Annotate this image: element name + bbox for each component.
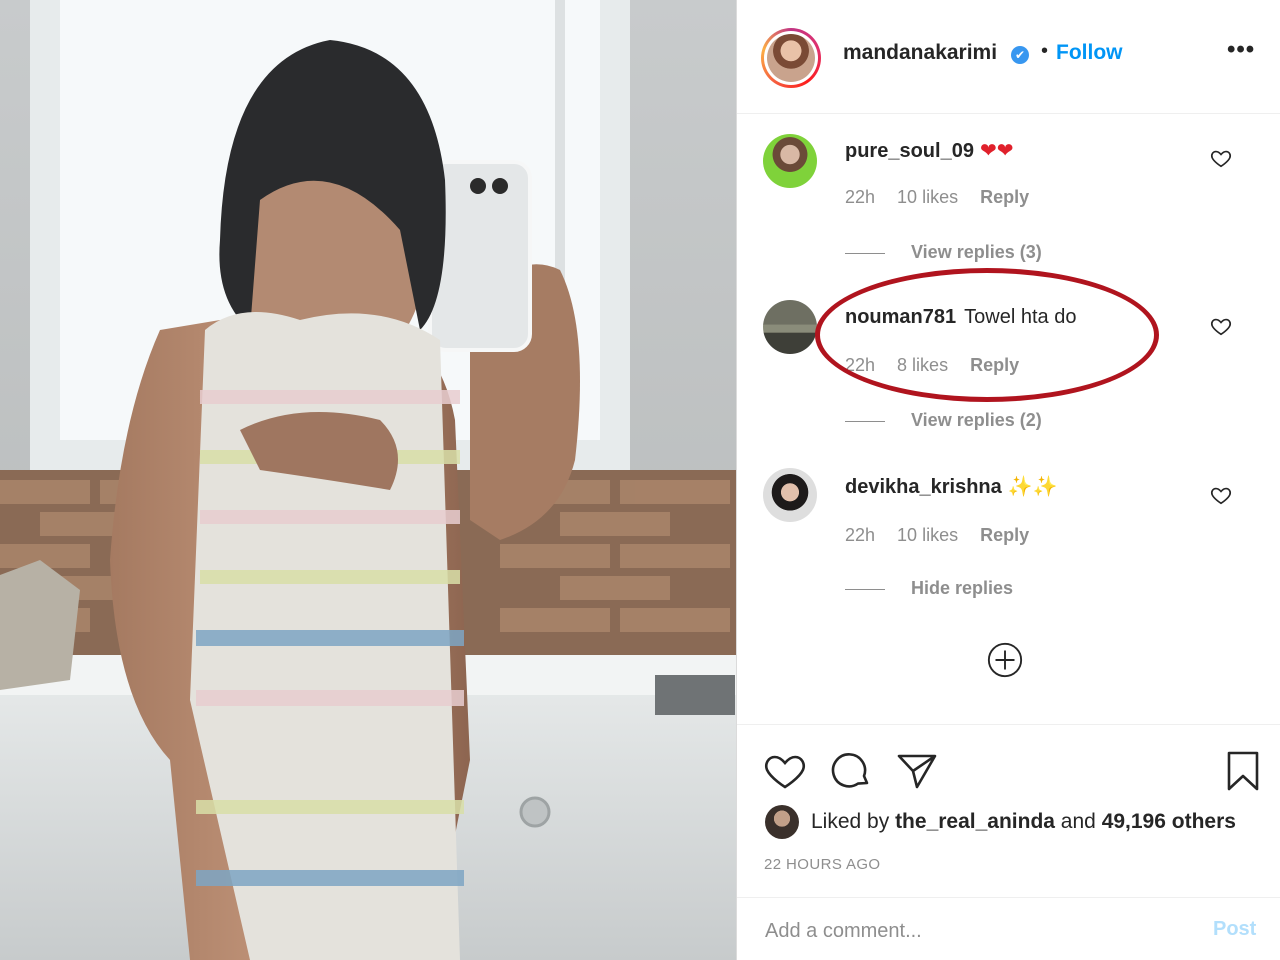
heart-emoji: ❤❤	[979, 140, 1014, 162]
comment-body: pure_soul_09 ❤❤	[845, 138, 1013, 163]
post-timestamp[interactable]: 22 HOURS AGO	[764, 856, 881, 873]
more-options-icon[interactable]: •••	[1227, 36, 1255, 64]
comment-meta: 22h 8 likes Reply	[845, 355, 1041, 376]
reply-button[interactable]: Reply	[980, 525, 1029, 545]
likes-others-link[interactable]: 49,196 others	[1102, 810, 1236, 833]
reply-button[interactable]: Reply	[980, 187, 1029, 207]
comment-likes[interactable]: 10 likes	[897, 525, 958, 545]
comment-meta: 22h 10 likes Reply	[845, 525, 1051, 546]
post-comment-button[interactable]: Post	[1213, 918, 1256, 941]
post-image	[0, 0, 736, 960]
comment-username[interactable]: devikha_krishna	[845, 476, 1002, 498]
view-replies-label: View replies (2)	[911, 410, 1042, 430]
likes-prefix: Liked by	[811, 810, 896, 833]
verified-badge-icon: ✔	[1011, 46, 1029, 64]
liker-username[interactable]: the_real_aninda	[895, 810, 1055, 833]
comment-time[interactable]: 22h	[845, 355, 875, 375]
author-username[interactable]: mandanakarimi	[843, 41, 997, 65]
header-separator: •	[1041, 40, 1049, 62]
post-sidebar: mandanakarimi ✔ • Follow ••• pure_soul_0…	[736, 0, 1280, 960]
hide-replies-button[interactable]: Hide replies	[845, 578, 1013, 599]
post-photo[interactable]	[0, 0, 736, 960]
like-comment-heart-icon[interactable]	[1210, 315, 1232, 337]
comment-time[interactable]: 22h	[845, 525, 875, 545]
highlight-annotation-oval	[815, 268, 1159, 402]
post-header: mandanakarimi ✔ • Follow •••	[737, 0, 1280, 114]
view-replies-button[interactable]: View replies (2)	[845, 410, 1042, 431]
bookmark-icon[interactable]	[1221, 749, 1265, 793]
load-more-comments-plus-icon[interactable]	[986, 641, 1024, 679]
reply-button[interactable]: Reply	[970, 355, 1019, 375]
comment-body: devikha_krishna ✨✨	[845, 474, 1058, 499]
replies-line	[845, 252, 885, 254]
hide-replies-label: Hide replies	[911, 578, 1014, 598]
comment-username[interactable]: nouman781	[845, 306, 956, 328]
post-actions: Liked by the_real_aninda and 49,196 othe…	[737, 724, 1280, 960]
replies-line	[845, 420, 885, 422]
likes-summary: Liked by the_real_aninda and 49,196 othe…	[765, 805, 1275, 841]
likes-text: Liked by the_real_aninda and 49,196 othe…	[811, 810, 1236, 834]
share-icon[interactable]	[895, 749, 939, 793]
replies-line	[845, 588, 885, 590]
view-replies-button[interactable]: View replies (3)	[845, 242, 1042, 263]
comment-meta: 22h 10 likes Reply	[845, 187, 1051, 208]
liker-avatar[interactable]	[765, 805, 799, 839]
comment-username[interactable]: pure_soul_09	[845, 140, 974, 162]
heart-icon[interactable]	[763, 749, 807, 793]
add-comment-input[interactable]	[763, 914, 1187, 948]
commenter-avatar[interactable]	[763, 300, 817, 354]
comment-likes[interactable]: 10 likes	[897, 187, 958, 207]
like-comment-heart-icon[interactable]	[1210, 147, 1232, 169]
comment-icon[interactable]	[829, 749, 873, 793]
comment-body: nouman781 Towel hta do	[845, 306, 1076, 329]
commenter-avatar[interactable]	[763, 468, 817, 522]
view-replies-label: View replies (3)	[911, 242, 1042, 262]
add-comment-bar: Post	[737, 897, 1280, 960]
sparkle-emoji: ✨✨	[1007, 476, 1058, 498]
commenter-avatar[interactable]	[763, 134, 817, 188]
comment-text: Towel hta do	[964, 306, 1077, 328]
instagram-post-view: mandanakarimi ✔ • Follow ••• pure_soul_0…	[0, 0, 1280, 960]
comment-time[interactable]: 22h	[845, 187, 875, 207]
likes-middle: and	[1054, 810, 1102, 833]
comment-likes[interactable]: 8 likes	[897, 355, 948, 375]
follow-button[interactable]: Follow	[1056, 41, 1123, 65]
author-avatar[interactable]	[761, 28, 821, 88]
like-comment-heart-icon[interactable]	[1210, 484, 1232, 506]
